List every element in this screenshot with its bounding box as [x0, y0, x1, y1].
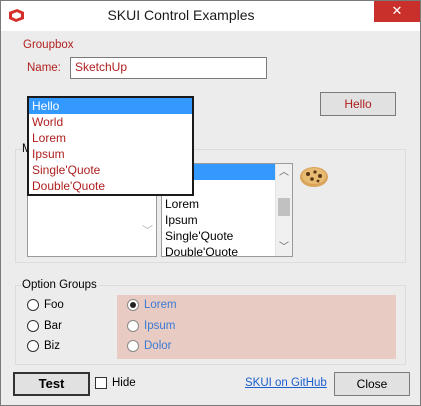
- list-item[interactable]: Ipsum: [162, 212, 277, 228]
- hide-checkbox[interactable]: Hide: [95, 377, 136, 389]
- radio-label: Lorem: [144, 299, 177, 311]
- radio-circle-icon[interactable]: [27, 299, 39, 311]
- radio-circle-icon[interactable]: [127, 299, 139, 311]
- github-link[interactable]: SKUI on GitHub: [245, 377, 327, 389]
- list-item[interactable]: Single'Quote: [162, 228, 277, 244]
- dropdown-option[interactable]: Double'Quote: [29, 178, 192, 194]
- list-scrollbar[interactable]: ︿ ﹀: [275, 164, 292, 256]
- option-groups-label: Option Groups: [22, 279, 99, 291]
- scroll-thumb[interactable]: [278, 198, 290, 216]
- radio-ipsum[interactable]: Ipsum: [127, 318, 175, 334]
- close-icon: ✕: [391, 3, 403, 18]
- radio-circle-icon[interactable]: [127, 320, 139, 332]
- dropdown-option[interactable]: Single'Quote: [29, 162, 192, 178]
- test-button[interactable]: Test: [13, 372, 90, 396]
- title-bar[interactable]: SKUI Control Examples ✕: [1, 1, 420, 31]
- window-title: SKUI Control Examples: [107, 7, 255, 23]
- name-field[interactable]: SketchUp: [70, 57, 267, 79]
- dropdown-list[interactable]: Hello World Lorem Ipsum Single'Quote Dou…: [27, 96, 194, 196]
- radio-bar[interactable]: Bar: [27, 318, 62, 334]
- cookie-image: [300, 167, 328, 187]
- window-close-button[interactable]: ✕: [374, 1, 420, 22]
- hide-label: Hide: [112, 377, 136, 389]
- scroll-down-icon[interactable]: ﹀: [276, 239, 292, 256]
- radio-foo[interactable]: Foo: [27, 297, 64, 313]
- app-window: SKUI Control Examples ✕ Groupbox Name: S…: [0, 0, 421, 406]
- close-button[interactable]: Close: [334, 372, 410, 396]
- dropdown-option[interactable]: World: [29, 114, 192, 130]
- dropdown-option[interactable]: Hello: [29, 98, 192, 114]
- dropdown-option[interactable]: Ipsum: [29, 146, 192, 162]
- checkbox-icon[interactable]: [95, 377, 107, 389]
- radio-label: Dolor: [144, 340, 172, 352]
- list-item[interactable]: Lorem: [162, 196, 277, 212]
- list-item[interactable]: Double'Quote: [162, 244, 277, 256]
- radio-biz[interactable]: Biz: [27, 338, 60, 354]
- radio-lorem[interactable]: Lorem: [127, 297, 177, 313]
- radio-dolor[interactable]: Dolor: [127, 338, 171, 354]
- radio-circle-icon[interactable]: [27, 320, 39, 332]
- radio-circle-icon[interactable]: [127, 340, 139, 352]
- radio-label: Biz: [44, 340, 60, 352]
- radio-label: Bar: [44, 320, 62, 332]
- radio-circle-icon[interactable]: [27, 340, 39, 352]
- chevron-down-icon: ﹀: [142, 224, 153, 237]
- dropdown-option[interactable]: Lorem: [29, 130, 192, 146]
- scroll-up-icon[interactable]: ︿: [276, 164, 292, 181]
- groupbox-label: Groupbox: [23, 39, 74, 51]
- name-label: Name:: [27, 62, 61, 74]
- radio-label: Ipsum: [144, 320, 176, 332]
- hello-button[interactable]: Hello: [320, 92, 396, 116]
- radio-label: Foo: [44, 299, 64, 311]
